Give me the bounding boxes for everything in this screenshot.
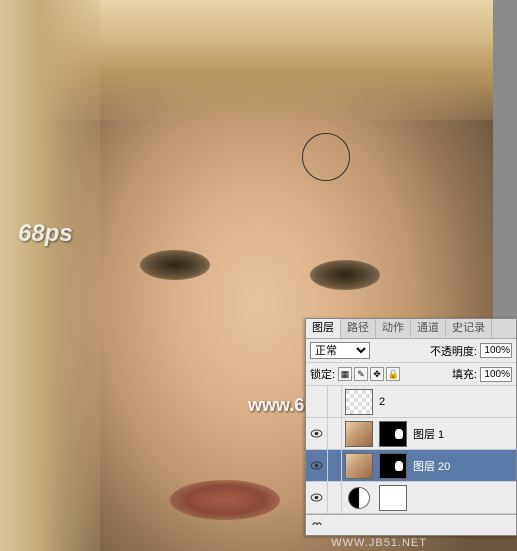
visibility-toggle[interactable]	[306, 482, 328, 513]
mask-thumbnail[interactable]	[379, 453, 407, 479]
link-cell[interactable]	[328, 450, 342, 481]
link-cell[interactable]	[328, 418, 342, 449]
fill-value[interactable]: 100%	[480, 367, 512, 382]
layer-name: 图层 20	[410, 458, 450, 474]
lock-position-icon[interactable]: ✥	[370, 367, 384, 381]
tab-actions[interactable]: 动作	[376, 319, 411, 338]
link-cell[interactable]	[328, 482, 342, 513]
photo-eye-right	[310, 260, 380, 290]
watermark-logo: 68ps	[18, 220, 73, 248]
layer-list: 2 图层 1 图层 20	[306, 386, 516, 514]
layer-name: 图层 1	[410, 426, 444, 442]
layer-row[interactable]	[306, 482, 516, 514]
visibility-toggle[interactable]	[306, 450, 328, 481]
tab-layers[interactable]: 图层	[306, 319, 341, 338]
adjustment-thumbnail[interactable]	[348, 487, 370, 509]
eye-icon	[310, 493, 323, 502]
layer-name: 2	[376, 396, 385, 408]
watermark-bottom-url: WWW.JB51.NET	[331, 537, 427, 549]
lock-label: 锁定:	[310, 366, 335, 382]
lock-paint-icon[interactable]: ✎	[354, 367, 368, 381]
layer-thumbnail[interactable]	[345, 421, 373, 447]
link-cell[interactable]	[328, 386, 342, 417]
layer-row[interactable]: 图层 1	[306, 418, 516, 450]
layer-thumbnail[interactable]	[345, 453, 373, 479]
photo-lips	[170, 480, 280, 520]
panel-tabs: 图层 路径 动作 通道 史记录	[306, 319, 516, 339]
layer-row-selected[interactable]: 图层 20	[306, 450, 516, 482]
visibility-toggle[interactable]	[306, 418, 328, 449]
mask-thumbnail[interactable]	[379, 421, 407, 447]
opacity-value[interactable]: 100%	[480, 343, 512, 358]
photo-eye-left	[140, 250, 210, 280]
opacity-label: 不透明度:	[430, 343, 477, 359]
blend-mode-select[interactable]: 正常	[310, 342, 370, 359]
layer-row[interactable]: 2	[306, 386, 516, 418]
layer-thumbnail[interactable]	[345, 389, 373, 415]
photo-hair-side	[0, 0, 100, 551]
layers-panel: 图层 路径 动作 通道 史记录 正常 不透明度: 100% 锁定: ▦ ✎ ✥ …	[305, 318, 517, 536]
link-layers-icon[interactable]	[310, 518, 324, 532]
mask-thumbnail[interactable]	[379, 485, 407, 511]
fill-label: 填充:	[452, 366, 477, 382]
blend-opacity-row: 正常 不透明度: 100%	[306, 339, 516, 363]
lock-all-icon[interactable]: 🔒	[386, 367, 400, 381]
tab-history[interactable]: 史记录	[446, 319, 492, 338]
tab-channels[interactable]: 通道	[411, 319, 446, 338]
eye-icon	[310, 461, 323, 470]
eye-icon	[310, 429, 323, 438]
visibility-toggle[interactable]	[306, 386, 328, 417]
lock-fill-row: 锁定: ▦ ✎ ✥ 🔒 填充: 100%	[306, 363, 516, 386]
canvas-edge	[493, 0, 517, 320]
panel-bottom-bar	[306, 514, 516, 535]
lock-transparency-icon[interactable]: ▦	[338, 367, 352, 381]
lock-icons-group: ▦ ✎ ✥ 🔒	[338, 367, 400, 381]
tab-paths[interactable]: 路径	[341, 319, 376, 338]
